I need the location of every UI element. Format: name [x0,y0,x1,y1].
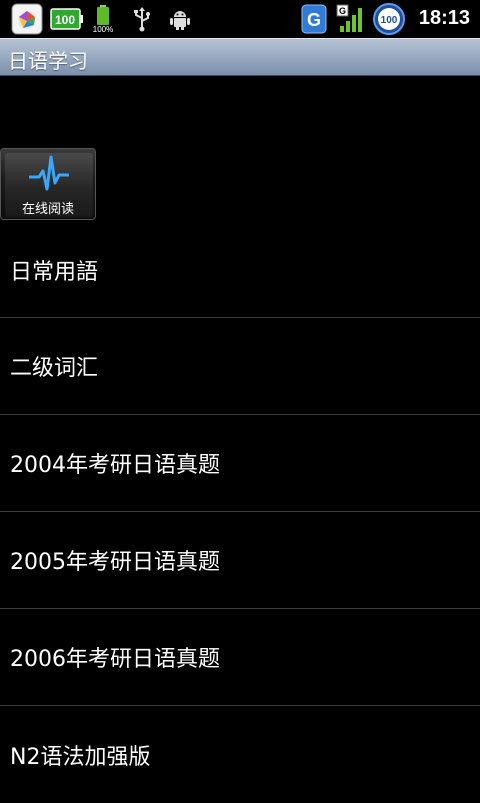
status-bar: 100 100% G G 100 18:13 [0,0,480,38]
battery-box-label: 100 [55,13,75,27]
svg-text:G: G [307,10,321,30]
signal-strength-icon: G [336,4,366,34]
app-title-bar: 日语学习 [0,38,480,76]
pulse-wave-icon [29,155,69,191]
circle-100-icon[interactable]: 100 [372,3,406,35]
online-reading-label: 在线阅读 [21,202,74,217]
battery-full-icon: 100 [50,4,84,34]
list-item[interactable]: 2004年考研日语真题 [0,415,480,512]
android-debug-icon [166,4,194,34]
app-store-icon[interactable] [10,3,44,35]
usb-icon [130,4,154,34]
list-item[interactable]: 日常用語 [0,222,480,318]
list-item[interactable]: N2语法加强版 [0,706,480,803]
list-item[interactable]: 二级词汇 [0,318,480,415]
battery-percent-label: 100% [92,24,114,34]
list-item[interactable]: 2006年考研日语真题 [0,609,480,706]
app-title: 日语学习 [8,49,88,73]
online-reading-button[interactable]: 在线阅读 [0,148,96,220]
network-type-label: G [339,6,346,16]
circle-value-label: 100 [381,15,398,26]
status-clock: 18:13 [418,7,470,29]
g-app-icon[interactable]: G [300,4,328,34]
lesson-list: 日常用語 二级词汇 2004年考研日语真题 2005年考研日语真题 2006年考… [0,222,480,803]
battery-charging-icon: 100% [88,4,118,34]
list-item[interactable]: 2005年考研日语真题 [0,512,480,609]
